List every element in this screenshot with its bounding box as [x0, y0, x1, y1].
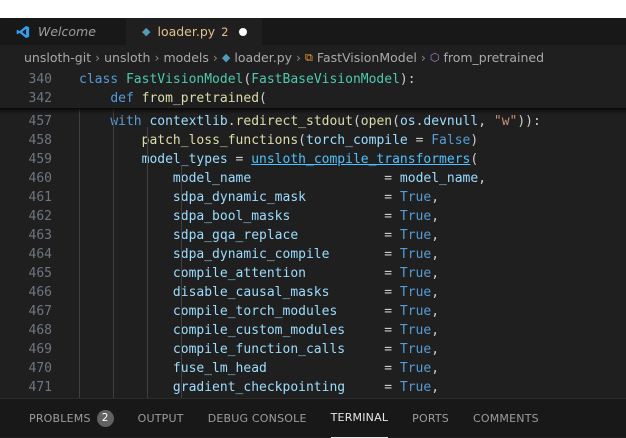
code-line[interactable]: 459 model_types = unsloth_compile_transf…	[0, 150, 626, 169]
code-line[interactable]: 470 fuse_lm_head = True,	[0, 359, 626, 378]
code-line[interactable]: 465 compile_attention = True,	[0, 264, 626, 283]
tab-ports-label: PORTS	[412, 411, 449, 425]
chevron-right-icon: ›	[420, 50, 426, 65]
tab-debug-console-label: DEBUG CONSOLE	[207, 411, 307, 425]
tab-loader-py[interactable]: ◆ loader.py 2	[126, 18, 262, 45]
code-text: model_name = model_name,	[172, 171, 487, 186]
python-file-icon: ◆	[221, 51, 231, 64]
line-number: 457	[28, 114, 52, 129]
line-number: 461	[28, 190, 52, 205]
line-number: 466	[28, 285, 52, 300]
editor-tab-bar: Welcome ◆ loader.py 2	[0, 18, 626, 45]
indent-guide	[79, 108, 80, 398]
method-symbol-icon: ⬡	[429, 51, 440, 64]
sticky-scroll-line[interactable]: 342 def from_pretrained(	[0, 89, 626, 108]
code-line[interactable]: 467 compile_torch_modules = True,	[0, 302, 626, 321]
breadcrumb-item-unsloth[interactable]: unsloth	[104, 50, 150, 65]
tab-problem-count: 2	[221, 24, 229, 39]
code-line[interactable]: 463 sdpa_gqa_replace = True,	[0, 226, 626, 245]
code-text: fuse_lm_head = True,	[172, 361, 440, 376]
breadcrumb-item-file[interactable]: loader.py	[234, 50, 292, 65]
tab-debug-console[interactable]: DEBUG CONSOLE	[208, 399, 307, 438]
tab-welcome-label: Welcome	[38, 24, 96, 39]
line-number: 469	[28, 342, 52, 357]
code-text: def from_pretrained(	[110, 91, 267, 106]
code-text: model_types = unsloth_compile_transforme…	[141, 152, 479, 167]
tab-problems-label: PROBLEMS	[29, 411, 91, 425]
tab-comments-label: COMMENTS	[473, 411, 539, 425]
problems-count-badge: 2	[96, 409, 114, 427]
breadcrumb-item-root[interactable]: unsloth-git	[24, 50, 91, 65]
tab-terminal-label: TERMINAL	[330, 411, 389, 424]
code-line[interactable]: 468 compile_custom_modules = True,	[0, 321, 626, 340]
code-line[interactable]: 461 sdpa_dynamic_mask = True,	[0, 188, 626, 207]
code-text: compile_torch_modules = True,	[172, 304, 440, 319]
vscode-logo-icon	[16, 25, 30, 38]
code-text: disable_causal_masks = True,	[172, 285, 440, 300]
code-line[interactable]: 458 patch_loss_functions(torch_compile =…	[0, 131, 626, 150]
code-text: sdpa_bool_masks = True,	[172, 209, 440, 224]
breadcrumb-item-method[interactable]: from_pretrained	[443, 50, 544, 65]
code-text: class FastVisionModel(FastBaseVisionMode…	[79, 72, 416, 87]
line-number: 463	[28, 228, 52, 243]
indent-guide	[147, 127, 148, 398]
unsaved-dot-icon[interactable]	[238, 27, 247, 36]
chevron-right-icon: ›	[154, 50, 160, 65]
tab-terminal[interactable]: TERMINAL	[330, 399, 389, 438]
tab-welcome[interactable]: Welcome	[0, 18, 126, 45]
code-text: patch_loss_functions(torch_compile = Fal…	[141, 133, 479, 148]
code-text: sdpa_dynamic_compile = True,	[172, 247, 440, 262]
line-number: 458	[28, 133, 52, 148]
tab-loader-label: loader.py	[157, 24, 216, 39]
code-line[interactable]: 460 model_name = model_name,	[0, 169, 626, 188]
breadcrumb-item-models[interactable]: models	[163, 50, 208, 65]
line-number: 468	[28, 323, 52, 338]
top-strip	[0, 0, 626, 18]
line-number: 467	[28, 304, 52, 319]
line-number: 340	[28, 72, 52, 87]
code-text: compile_custom_modules = True,	[172, 323, 440, 338]
sticky-scroll-line[interactable]: 340 class FastVisionModel(FastBaseVisionM…	[0, 70, 626, 89]
chevron-right-icon: ›	[212, 50, 218, 65]
code-line[interactable]: 471 gradient_checkpointing = True,	[0, 378, 626, 397]
line-number: 462	[28, 209, 52, 224]
indent-guide	[181, 165, 182, 398]
code-text: gradient_checkpointing = True,	[172, 380, 440, 395]
tab-problems[interactable]: PROBLEMS 2	[29, 399, 114, 438]
tab-ports[interactable]: PORTS	[412, 399, 449, 438]
line-number: 471	[28, 380, 52, 395]
code-text: with contextlib.redirect_stdout(open(os.…	[110, 114, 541, 129]
tab-output-label: OUTPUT	[137, 411, 184, 425]
code-text: compile_function_calls = True,	[172, 342, 440, 357]
breadcrumb: unsloth-git › unsloth › models › ◆ loade…	[0, 45, 626, 70]
chevron-right-icon: ›	[296, 50, 302, 65]
chevron-right-icon: ›	[95, 50, 101, 65]
code-text: sdpa_dynamic_mask = True,	[172, 190, 440, 205]
class-symbol-icon: ⧉	[305, 50, 313, 64]
code-text: compile_attention = True,	[172, 266, 440, 281]
tab-output[interactable]: OUTPUT	[138, 399, 184, 438]
code-line[interactable]: 469 compile_function_calls = True,	[0, 340, 626, 359]
line-number: 464	[28, 247, 52, 262]
code-line[interactable]: 457 with contextlib.redirect_stdout(open…	[0, 112, 626, 131]
breadcrumb-item-class[interactable]: FastVisionModel	[317, 50, 417, 65]
code-text: sdpa_gqa_replace = True,	[172, 228, 440, 243]
indent-guide	[113, 108, 114, 398]
code-line[interactable]: 466 disable_causal_masks = True,	[0, 283, 626, 302]
code-line[interactable]: 462 sdpa_bool_masks = True,	[0, 207, 626, 226]
code-line[interactable]: 464 sdpa_dynamic_compile = True,	[0, 245, 626, 264]
line-number: 460	[28, 171, 52, 186]
python-file-icon: ◆	[142, 25, 151, 38]
line-number: 342	[28, 91, 52, 106]
panel-tab-bar: PROBLEMS 2 OUTPUT DEBUG CONSOLE TERMINAL…	[0, 398, 626, 438]
sticky-scroll-shadow	[0, 108, 626, 114]
line-number: 459	[28, 152, 52, 167]
line-number: 470	[28, 361, 52, 376]
tab-comments[interactable]: COMMENTS	[473, 399, 539, 438]
code-editor[interactable]: 340 class FastVisionModel(FastBaseVisionM…	[0, 70, 626, 398]
line-number: 465	[28, 266, 52, 281]
